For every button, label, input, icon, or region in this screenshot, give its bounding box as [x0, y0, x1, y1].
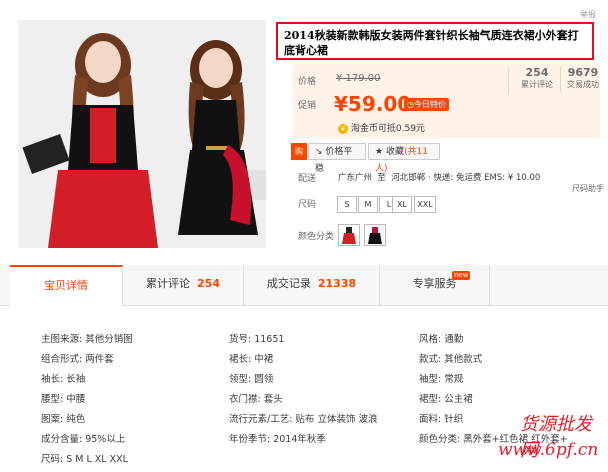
- red-dress-thumb: [342, 227, 356, 244]
- sale-price: ¥59.00: [334, 92, 412, 116]
- color-label: 颜色分类: [298, 232, 335, 242]
- today-special-badge-text: 今日特价: [413, 100, 446, 109]
- size-option-xxl[interactable]: XXL: [414, 196, 436, 213]
- stats-divider-2: [560, 66, 561, 92]
- size-option-xl[interactable]: XL: [392, 196, 412, 213]
- color-option-red-dress[interactable]: [338, 224, 360, 246]
- coin-icon: ¥: [338, 123, 348, 134]
- today-special-badge: ◷今日特价: [404, 98, 449, 111]
- tab-details-label: 宝贝详情: [44, 279, 88, 292]
- coin-text: 淘金币可抵0.59元: [350, 124, 425, 134]
- shipping-text: 广东广州 至 河北邯郸 · 快递: 免运费 EMS: ¥ 10.00: [338, 173, 541, 183]
- tab-transactions-label: 成交记录: [266, 277, 311, 290]
- shipping-label: 配送: [298, 174, 317, 184]
- clock-icon: ◷: [407, 100, 414, 109]
- tab-details[interactable]: 宝贝详情: [10, 265, 123, 306]
- attr-item-number: 货号: 11651: [229, 334, 285, 345]
- taojinbi-row[interactable]: ¥ 淘金币可抵0.59元: [338, 121, 425, 134]
- attr-trend: 流行元素/工艺: 贴布 立体装饰 波浪: [229, 414, 378, 425]
- tab-reviews[interactable]: 累计评论 254: [123, 265, 244, 305]
- tab-transactions[interactable]: 成交记录 21338: [244, 265, 380, 305]
- report-link[interactable]: 举报: [580, 9, 596, 20]
- attr-style: 风格: 通勤: [419, 334, 464, 345]
- attr-design: 款式: 其他款式: [419, 354, 483, 365]
- size-option-m[interactable]: M: [358, 196, 378, 213]
- favorite-button[interactable]: ★ 收藏(共11人): [368, 143, 440, 174]
- promo-label: 促销: [298, 101, 317, 111]
- attr-season: 年份季节: 2014年秋季: [229, 434, 326, 445]
- product-title: 2014秋装新款韩版女装两件套针织长袖气质连衣裙小外套打底背心裙: [284, 29, 579, 57]
- favorite-label: 收藏: [385, 147, 404, 157]
- attr-skirt-length: 裙长: 中裙: [229, 354, 274, 365]
- watermark-url: www.6pf.cn: [498, 440, 599, 460]
- shop-icon[interactable]: 购: [291, 143, 307, 160]
- detail-tabs: 宝贝详情 累计评论 254 成交记录 21338 专享服务 new: [0, 265, 608, 306]
- tab-transactions-count: 21338: [317, 277, 357, 290]
- size-assistant-link[interactable]: 尺码助手: [572, 183, 604, 194]
- attr-fabric: 面料: 针织: [419, 414, 464, 425]
- attr-collar: 领型: 圆领: [229, 374, 274, 385]
- attr-composition: 成分含量: 95%以上: [41, 434, 126, 445]
- sales-count-label: 交易成功: [567, 80, 599, 89]
- attr-sizes: 尺码: S M L XL XXL: [41, 454, 128, 465]
- review-stat[interactable]: 254 累计评论: [515, 66, 559, 90]
- tab-reviews-label: 累计评论: [146, 277, 191, 290]
- size-label: 尺码: [298, 200, 317, 210]
- original-price: ¥ 179.00: [336, 73, 381, 84]
- sales-count: 9679: [567, 66, 599, 79]
- price-trend-button[interactable]: ↘ 价格平稳: [308, 143, 366, 174]
- price-label: 价格: [298, 77, 317, 87]
- new-badge: new: [452, 271, 471, 280]
- black-dress-thumb: [368, 227, 382, 244]
- attr-skirt-type: 裙型: 公主裙: [419, 394, 473, 405]
- product-title-box: 2014秋装新款韩版女装两件套针织长袖气质连衣裙小外套打底背心裙: [276, 22, 594, 60]
- trend-icon: ↘: [315, 147, 323, 157]
- attr-sleeve-length: 袖长: 长袖: [41, 374, 86, 385]
- tab-reviews-count: 254: [197, 277, 220, 290]
- attr-sleeve-type: 袖型: 常规: [419, 374, 464, 385]
- product-photo-graphic: [18, 20, 266, 248]
- product-image[interactable]: [18, 20, 266, 248]
- attr-placket: 衣门襟: 套头: [229, 394, 283, 405]
- attr-waist: 腰型: 中腰: [41, 394, 86, 405]
- star-icon: ★: [375, 147, 384, 157]
- tab-services-label: 专享服务: [412, 277, 457, 290]
- attr-source: 主图来源: 其他分销图: [41, 334, 133, 345]
- size-option-s[interactable]: S: [337, 196, 357, 213]
- review-count: 254: [525, 66, 549, 79]
- attr-pattern: 图案: 纯色: [41, 414, 86, 425]
- color-option-black-dress[interactable]: [364, 224, 386, 246]
- sales-stat[interactable]: 9679 交易成功: [562, 66, 604, 90]
- tab-services[interactable]: 专享服务 new: [380, 265, 490, 305]
- review-count-label: 累计评论: [521, 80, 553, 89]
- attr-combo: 组合形式: 两件套: [41, 354, 114, 365]
- stats-divider: [508, 68, 509, 94]
